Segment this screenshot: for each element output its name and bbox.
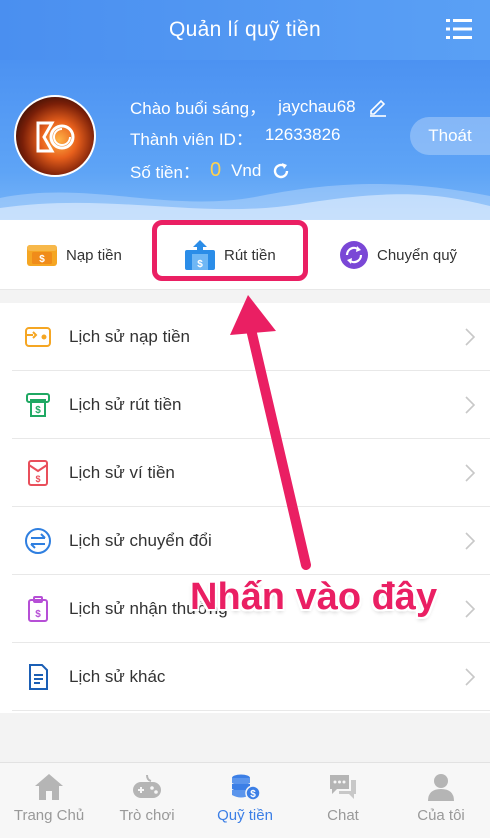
edit-icon[interactable]: [368, 97, 388, 117]
list-item-label: Lịch sử khác: [69, 666, 166, 686]
user-icon: [428, 774, 454, 801]
home-icon: [35, 774, 63, 800]
balance-unit: Vnd: [231, 160, 262, 180]
chevron-right-icon: [465, 395, 476, 414]
withdraw-history-icon: $: [26, 392, 50, 417]
nav-chat[interactable]: Chat: [294, 763, 392, 838]
greeting-line: Chào buổi sáng， jaychau68: [130, 94, 388, 119]
list-item-label: Lịch sử nạp tiền: [69, 326, 191, 346]
nav-label: Chat: [327, 807, 359, 824]
svg-text:$: $: [39, 254, 45, 265]
deposit-icon: $: [27, 245, 57, 266]
member-line: Thành viên ID： 12633826: [130, 125, 340, 150]
svg-text:$: $: [250, 789, 256, 800]
deposit-history-icon: [25, 326, 51, 347]
svg-text:$: $: [35, 474, 40, 484]
reward-history-icon: $: [28, 595, 48, 622]
balance-value: 0: [209, 159, 222, 181]
username: jaychau68: [278, 96, 356, 116]
nav-funds[interactable]: $ Quỹ tiền: [196, 763, 294, 838]
chevron-right-icon: [465, 463, 476, 482]
menu-icon[interactable]: [446, 18, 472, 40]
nav-profile[interactable]: Của tôi: [392, 763, 490, 838]
nav-label: Của tôi: [417, 807, 465, 824]
avatar[interactable]: [14, 95, 96, 177]
list-item-other-history[interactable]: Lịch sử khác: [12, 643, 490, 711]
coins-icon: $: [232, 774, 261, 801]
member-id: 12633826: [264, 125, 341, 144]
nav-label: Quỹ tiền: [217, 807, 273, 824]
highlight-box: [152, 220, 308, 281]
list-item-label: Lịch sử rút tiền: [69, 394, 182, 414]
greeting-text: Chào buổi sáng，: [130, 99, 267, 118]
balance-line: Số tiền： 0 Vnd: [130, 158, 291, 183]
wallet-history-icon: $: [28, 459, 48, 486]
svg-text:$: $: [35, 405, 41, 416]
deposit-label: Nạp tiền: [66, 246, 122, 264]
gamepad-icon: [133, 774, 161, 798]
chevron-right-icon: [465, 667, 476, 686]
list-item-label: Lịch sử chuyển đổi: [69, 530, 212, 550]
svg-text:$: $: [35, 609, 41, 620]
app-header: Quản lí quỹ tiền: [0, 0, 490, 60]
list-item-label: Lịch sử ví tiền: [69, 462, 175, 482]
chevron-right-icon: [465, 531, 476, 550]
transfer-button[interactable]: Chuyển quỹ: [339, 220, 457, 290]
convert-history-icon: [25, 527, 51, 554]
annotation-arrow: [230, 295, 311, 570]
member-label: Thành viên ID：: [130, 130, 253, 149]
bottom-nav: Trang Chủ Trò chơi $ Quỹ tiền Chat Của t…: [0, 762, 490, 838]
nav-games[interactable]: Trò chơi: [98, 763, 196, 838]
nav-label: Trang Chủ: [13, 807, 85, 824]
chevron-right-icon: [465, 599, 476, 618]
chevron-right-icon: [465, 327, 476, 346]
nav-home[interactable]: Trang Chủ: [0, 763, 98, 838]
transfer-icon: [340, 241, 368, 269]
nav-label: Trò chơi: [119, 807, 175, 824]
refresh-icon[interactable]: [271, 161, 291, 181]
chat-icon: [330, 775, 356, 799]
avatar-logo-icon: [36, 121, 75, 153]
annotation-text: Nhấn vào đây: [190, 576, 438, 618]
other-history-icon: [29, 663, 48, 690]
balance-label: Số tiền：: [130, 163, 200, 182]
page-title: Quản lí quỹ tiền: [169, 18, 321, 41]
transfer-label: Chuyển quỹ: [377, 246, 458, 264]
logout-button[interactable]: Thoát: [410, 117, 490, 155]
deposit-button[interactable]: $ Nạp tiền: [26, 220, 122, 290]
